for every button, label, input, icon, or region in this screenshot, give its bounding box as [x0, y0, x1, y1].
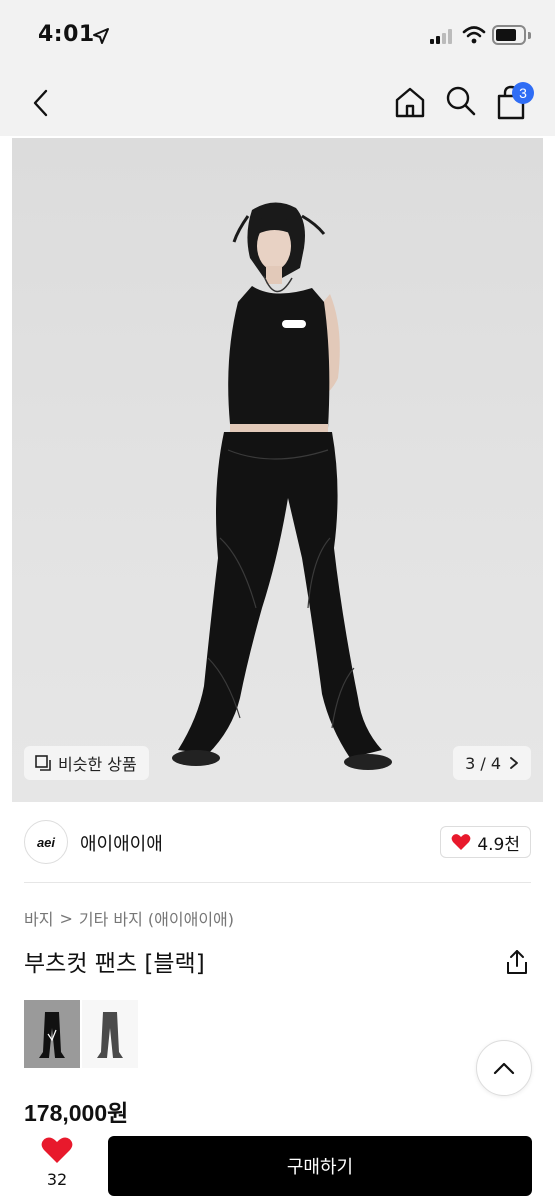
color-option-black[interactable]	[24, 1000, 80, 1068]
share-icon	[507, 950, 527, 974]
image-counter-text: 3 / 4	[465, 753, 501, 773]
chevron-up-icon	[493, 1062, 515, 1075]
similar-products-button[interactable]: 비슷한 상품	[24, 746, 149, 780]
breadcrumb-separator: >	[59, 908, 73, 928]
breadcrumb-category[interactable]: 바지	[24, 906, 53, 930]
color-options	[24, 1000, 138, 1068]
model-photo	[172, 202, 392, 770]
nav-bar: 3	[0, 70, 555, 136]
wifi-icon	[462, 26, 486, 44]
chevron-left-icon	[33, 89, 48, 117]
wishlist-button[interactable]: 32	[34, 1136, 80, 1194]
product-price: 178,000원	[24, 1100, 129, 1126]
status-bar: 4:01	[0, 0, 555, 70]
cellular-signal-icon	[430, 28, 456, 44]
brand-row[interactable]: aei 애이애이애 4.9천	[24, 818, 531, 868]
home-button[interactable]	[392, 84, 428, 120]
black-pants-thumbnail	[39, 1012, 65, 1058]
brand-logo[interactable]: aei	[24, 820, 68, 864]
back-button[interactable]	[28, 86, 56, 120]
cart-button[interactable]: 3	[494, 82, 534, 122]
brand-like-count: 4.9천	[477, 834, 520, 855]
similar-items-icon	[35, 755, 51, 771]
battery-cap	[528, 32, 531, 39]
image-counter[interactable]: 3 / 4	[453, 746, 531, 780]
product-image[interactable]: 비슷한 상품 3 / 4	[12, 138, 543, 802]
gray-pants-thumbnail	[97, 1012, 123, 1058]
brand-name[interactable]: 애이애이애	[80, 830, 163, 856]
similar-products-label: 비슷한 상품	[58, 755, 137, 774]
brand-logo-text: aei	[36, 834, 56, 850]
product-title: 부츠컷 팬츠 [블랙]	[24, 951, 205, 977]
color-option-gray[interactable]	[82, 1000, 138, 1068]
share-button[interactable]	[504, 948, 530, 976]
cart-count-badge: 3	[512, 82, 534, 104]
search-icon	[446, 86, 476, 116]
chevron-right-icon	[510, 757, 518, 769]
bottom-action-bar: 32 구매하기	[0, 1126, 555, 1200]
battery-icon	[492, 25, 526, 45]
wishlist-count: 32	[46, 1170, 68, 1189]
scroll-to-top-button[interactable]	[476, 1040, 532, 1096]
heart-icon	[451, 834, 471, 850]
brand-like-button[interactable]: 4.9천	[440, 826, 531, 858]
divider	[24, 882, 531, 883]
breadcrumb-subcategory[interactable]: 기타 바지 (애이애이애)	[79, 906, 234, 930]
search-button[interactable]	[444, 84, 478, 118]
home-icon	[395, 87, 425, 118]
heart-icon	[41, 1137, 73, 1163]
status-time: 4:01	[38, 22, 95, 47]
breadcrumb: 바지 > 기타 바지 (애이애이애)	[24, 906, 234, 930]
location-arrow-icon	[93, 28, 109, 44]
buy-button[interactable]: 구매하기	[108, 1136, 532, 1196]
